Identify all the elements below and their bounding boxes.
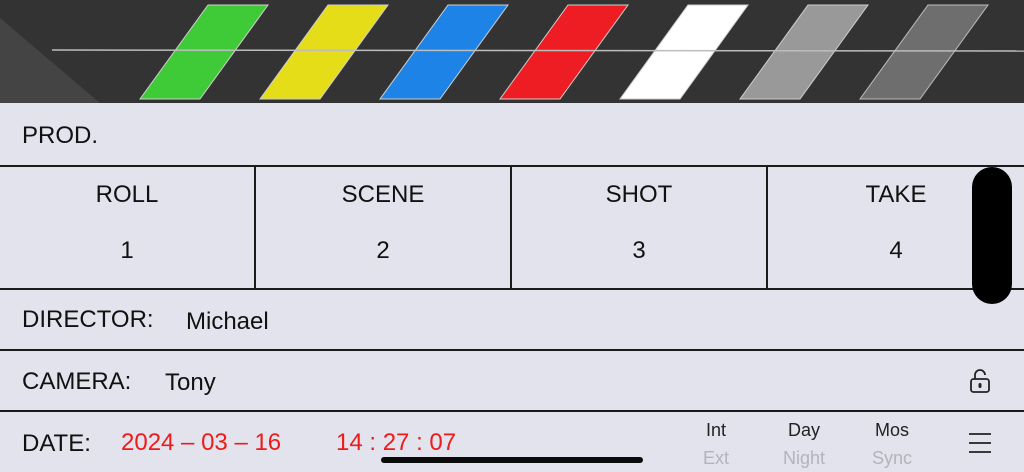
clapper-line — [51, 49, 1024, 52]
stripe-yellow — [259, 4, 389, 100]
prod-row[interactable]: PROD. — [0, 103, 1024, 165]
toggle-day[interactable]: Day — [774, 420, 834, 441]
toggle-sync[interactable]: Sync — [862, 448, 922, 469]
roll-cell[interactable]: ROLL 1 — [0, 167, 256, 288]
toggle-ext[interactable]: Ext — [686, 448, 746, 469]
time-value[interactable]: 14 : 27 : 07 — [336, 429, 456, 457]
scene-cell[interactable]: SCENE 2 — [256, 167, 512, 288]
stripe-blue — [379, 4, 509, 100]
date-value[interactable]: 2024 – 03 – 16 — [121, 429, 281, 457]
toggle-mos[interactable]: Mos — [862, 420, 922, 441]
date-label: DATE: — [22, 430, 91, 457]
director-label: DIRECTOR: — [22, 306, 154, 333]
clapper-stripes — [0, 4, 1024, 103]
home-indicator[interactable] — [381, 457, 643, 463]
menu-icon[interactable] — [968, 432, 992, 454]
prod-label: PROD. — [22, 122, 99, 149]
scene-label: SCENE — [341, 181, 425, 208]
stripe-white — [619, 4, 749, 100]
slate-grid: ROLL 1 SCENE 2 SHOT 3 TAKE 4 — [0, 165, 1024, 288]
hinge-shadow — [0, 18, 100, 103]
shot-cell[interactable]: SHOT 3 — [512, 167, 768, 288]
roll-value[interactable]: 1 — [0, 237, 254, 265]
stripe-light-gray — [739, 4, 869, 100]
stripe-red — [499, 4, 629, 100]
toggle-int[interactable]: Int — [686, 420, 746, 441]
camera-row[interactable]: CAMERA: Tony — [0, 349, 1024, 411]
side-handle[interactable] — [972, 167, 1012, 304]
shot-label: SHOT — [605, 181, 673, 208]
director-value[interactable]: Michael — [186, 308, 269, 336]
camera-label: CAMERA: — [22, 368, 132, 395]
director-row[interactable]: DIRECTOR: Michael — [0, 288, 1024, 350]
lock-open-icon[interactable] — [969, 367, 991, 395]
stripe-green — [139, 4, 269, 100]
camera-value[interactable]: Tony — [165, 369, 216, 397]
roll-label: ROLL — [95, 181, 159, 208]
clapper-stick[interactable] — [0, 0, 1024, 103]
stripe-dark-gray — [859, 4, 989, 100]
toggle-night[interactable]: Night — [774, 448, 834, 469]
shot-value[interactable]: 3 — [512, 237, 766, 265]
scene-value[interactable]: 2 — [256, 237, 510, 265]
